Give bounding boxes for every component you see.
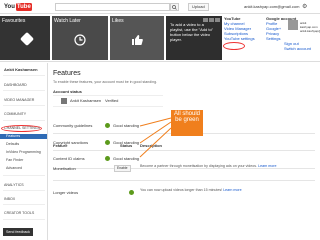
sidebar-item-community[interactable]: COMMUNITY <box>4 112 26 117</box>
playlist-tile-favourites[interactable]: Favourites <box>0 16 50 60</box>
page-title: Features <box>53 70 81 77</box>
tile-label: Likes <box>112 18 124 24</box>
green-check-icon <box>105 123 110 128</box>
feature-name: Monetisation <box>53 166 76 171</box>
feature-name: Longer videos <box>53 190 79 195</box>
divider <box>3 90 45 91</box>
feature-description-text: You can now upload videos longer than 15… <box>140 188 223 192</box>
youtube-menu: YouTube My channel Video Manager Subscri… <box>224 16 264 60</box>
divider <box>3 219 45 220</box>
account-display-name: ankit kashyap.com <box>300 21 318 29</box>
sidebar-item-dashboard[interactable]: DASHBOARD <box>4 83 27 88</box>
learn-more-link[interactable]: Learn more <box>223 188 241 192</box>
divider <box>3 175 45 176</box>
search-input[interactable] <box>55 3 170 11</box>
link-switch-account[interactable]: Switch account <box>284 46 311 51</box>
avatar <box>61 98 67 104</box>
status-row-community-guidelines: Community guidelines Good standing <box>53 121 183 131</box>
learn-more-link[interactable]: Learn more <box>258 164 276 168</box>
divider <box>53 180 315 181</box>
gear-icon[interactable]: ⚙ <box>302 3 307 11</box>
thumbs-up-icon <box>132 35 143 45</box>
features-table-header: Feature Status Description <box>53 143 315 151</box>
page-subtitle: To enable these features, your account m… <box>53 80 158 84</box>
logo-you: You <box>4 4 15 10</box>
account-email[interactable]: ankit.kashyap.com@gmail.com <box>244 3 299 11</box>
account-user-name: Ankit Kashamsen <box>70 98 102 103</box>
upload-button[interactable]: Upload <box>188 3 209 11</box>
playlist-tile-watch-later[interactable]: Watch Later <box>52 16 108 60</box>
divider <box>3 190 45 191</box>
sidebar-item-invideo-programming[interactable]: InVideo Programming <box>6 150 41 155</box>
playlist-tile-likes[interactable]: Likes <box>110 16 164 60</box>
feature-row-monetisation: Monetisation Enable Become a partner thr… <box>53 161 315 179</box>
col-feature: Feature <box>53 143 68 148</box>
col-status: Status <box>120 143 133 148</box>
sidebar-item-fan-finder[interactable]: Fan Finder <box>6 158 23 163</box>
avatar[interactable] <box>288 20 298 30</box>
sidebar-item-features[interactable]: Features <box>0 134 47 139</box>
tile-label: Favourites <box>2 18 26 24</box>
sidebar-item-creator-tools[interactable]: CREATOR TOOLS <box>4 211 34 216</box>
account-name: ankit kashyap.com ankit.kashyap@gmail.co… <box>300 21 320 33</box>
sidebar: Ankit Kashamsen DASHBOARD VIDEO MANAGER … <box>0 63 48 240</box>
link-youtube-settings[interactable]: YouTube settings <box>224 36 264 41</box>
clock-icon <box>74 34 86 46</box>
account-status-heading: Account status <box>53 89 82 94</box>
annotation-callout: All should be green <box>171 110 203 136</box>
divider <box>3 120 45 121</box>
divider <box>3 204 45 205</box>
heart-icon <box>19 31 35 47</box>
status-value: Good standing <box>113 123 140 128</box>
sidebar-user-name: Ankit Kashamsen <box>4 67 38 72</box>
tile-hint-text: To add a video to a playlist, use the "A… <box>170 22 214 42</box>
green-check-icon <box>129 190 134 195</box>
account-status-user: Ankit Kashamsen Verified <box>53 95 163 107</box>
sidebar-item-inbox[interactable]: INBOX <box>4 197 15 202</box>
highlight-ring-video-manager <box>223 42 245 50</box>
feature-description: You can now upload videos longer than 15… <box>140 188 310 193</box>
playlist-tile-hint: To add a video to a playlist, use the "A… <box>166 16 222 60</box>
status-label: Community guidelines <box>53 123 93 128</box>
search-icon <box>172 4 177 10</box>
logo-tube: Tube <box>15 3 32 11</box>
col-description: Description <box>140 143 163 148</box>
enable-button[interactable]: Enable <box>114 165 131 172</box>
feature-description-text: Become a partner through monetisation by… <box>140 164 258 168</box>
divider <box>3 75 45 76</box>
send-feedback-button[interactable]: Send feedback <box>3 228 33 236</box>
account-display-email: ankit.kashyap@gmail.com <box>300 29 320 33</box>
feature-row-longer-videos: Longer videos You can now upload videos … <box>53 185 315 203</box>
page: You Tube Upload ankit.kashyap.com@gmail.… <box>0 0 320 240</box>
sidebar-item-advanced[interactable]: Advanced <box>6 166 22 171</box>
divider <box>3 105 45 106</box>
tile-label: Watch Later <box>54 18 81 24</box>
top-bar: You Tube Upload ankit.kashyap.com@gmail.… <box>0 0 320 14</box>
highlight-ring-channel-settings <box>1 125 42 132</box>
feature-description: Become a partner through monetisation by… <box>140 164 310 169</box>
sidebar-item-video-manager[interactable]: VIDEO MANAGER <box>4 98 34 103</box>
verified-label: Verified <box>105 98 119 103</box>
guide-dropdown: Favourites Watch Later Likes To add a vi… <box>0 15 320 62</box>
main-content: Features To enable these features, your … <box>49 63 320 240</box>
sidebar-item-analytics[interactable]: ANALYTICS <box>4 183 24 188</box>
search-button[interactable] <box>170 3 179 11</box>
youtube-logo[interactable]: You Tube <box>4 3 32 11</box>
sidebar-item-defaults[interactable]: Defaults <box>6 142 19 147</box>
